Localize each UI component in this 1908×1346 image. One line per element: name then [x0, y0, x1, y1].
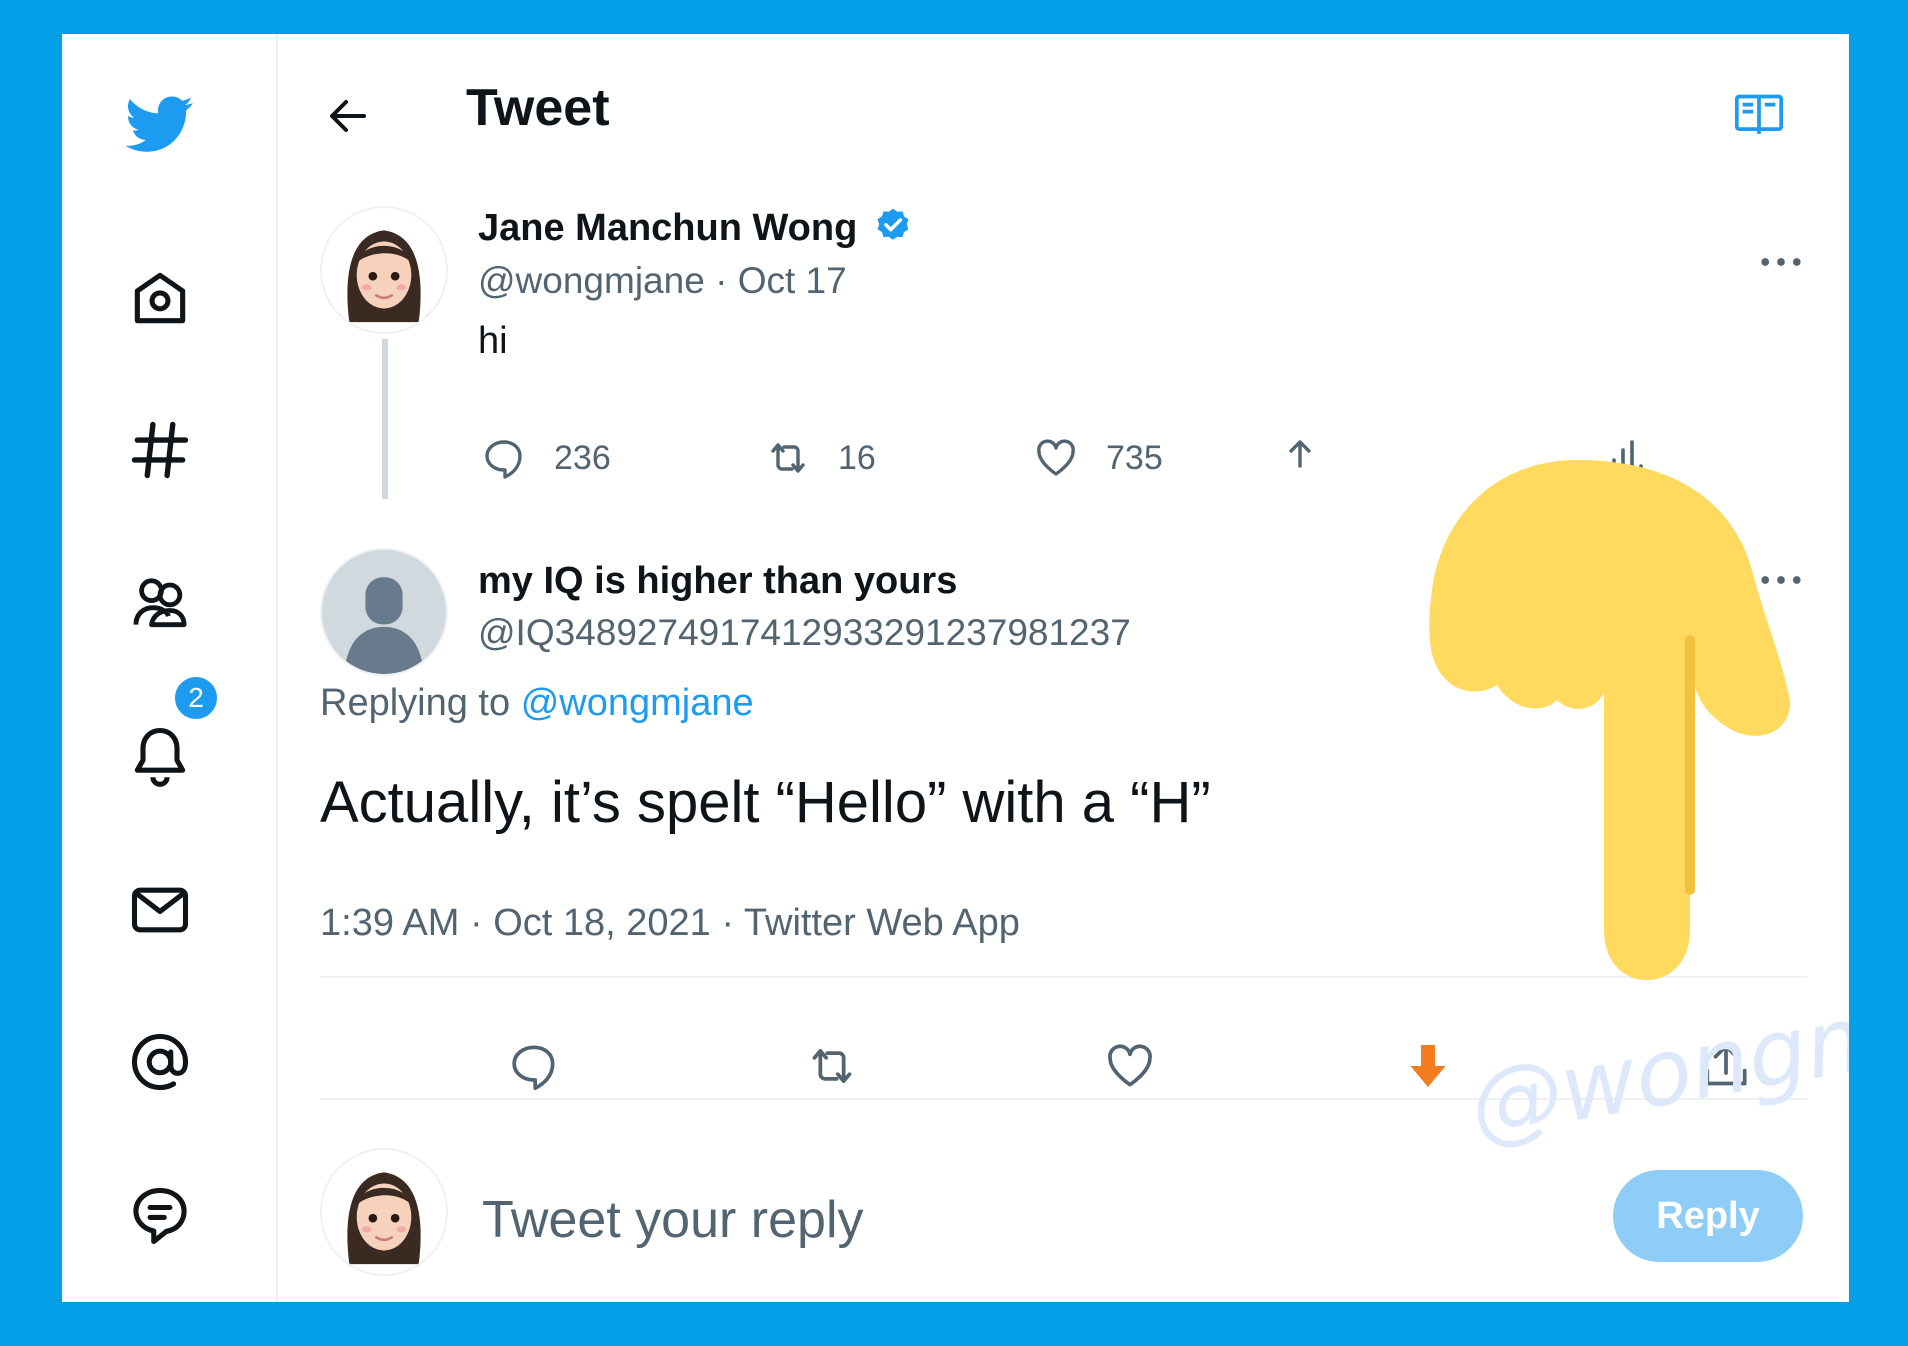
reader-mode-button[interactable] — [1729, 84, 1789, 144]
original-tweet-text: hi — [478, 320, 508, 362]
home-icon[interactable] — [124, 262, 196, 334]
topics-chat-icon[interactable] — [124, 1180, 196, 1252]
heart-icon — [1108, 1044, 1152, 1087]
verified-badge-icon — [877, 208, 909, 240]
tweet-screenshot-card: 2 Tweet Jane Manchun Wong @wongmjane · O… — [62, 34, 1849, 1302]
explore-hashtag-icon[interactable] — [124, 414, 196, 486]
memoji-avatar-icon — [322, 1150, 446, 1274]
original-author-avatar[interactable] — [320, 206, 448, 334]
notification-count-badge: 2 — [172, 674, 220, 722]
replying-to-link[interactable]: @wongmjane — [521, 682, 754, 724]
reply-submit-button[interactable]: Reply — [1613, 1170, 1803, 1262]
tweet-time[interactable]: 1:39 AM — [320, 902, 459, 944]
retweet-icon — [812, 1048, 852, 1084]
original-author-handle-date: @wongmjane · Oct 17 — [478, 260, 847, 301]
like-count-action[interactable]: 735 — [1032, 434, 1163, 482]
reply-bubble-icon — [485, 440, 522, 479]
communities-icon[interactable] — [124, 566, 196, 638]
notifications-bell-icon[interactable] — [124, 720, 196, 792]
tweet-timestamp-line: 1:39 AM · Oct 18, 2021 · Twitter Web App — [320, 902, 1020, 944]
back-button[interactable] — [316, 84, 380, 148]
mentions-at-icon[interactable] — [124, 1026, 196, 1098]
like-count: 735 — [1106, 438, 1163, 477]
replying-to-line: Replying to @wongmjane — [320, 682, 754, 724]
downvote-arrow-icon — [1410, 1045, 1446, 1087]
reply-author-name[interactable]: my IQ is higher than yours — [478, 560, 957, 603]
reply-count: 236 — [554, 438, 611, 477]
retweet-count-action[interactable]: 16 — [764, 434, 876, 482]
composer-avatar[interactable] — [320, 1148, 448, 1276]
tweet-date[interactable]: Oct 18, 2021 — [493, 902, 711, 944]
pointing-hand-emoji-icon — [1429, 460, 1791, 980]
downvote-button-bar[interactable] — [1396, 1034, 1460, 1098]
more-dots-icon — [1761, 258, 1801, 266]
back-arrow-icon — [330, 100, 366, 132]
share-icon — [1289, 440, 1311, 468]
sidebar-nav: 2 — [62, 34, 278, 1302]
memoji-avatar-icon — [322, 208, 446, 332]
like-button-bar[interactable] — [1098, 1034, 1162, 1098]
main-column: Tweet Jane Manchun Wong @wongmjane · Oct… — [276, 34, 1849, 1302]
messages-mail-icon[interactable] — [124, 874, 196, 946]
reply-bubble-icon — [512, 1045, 555, 1091]
more-options-button[interactable] — [1751, 242, 1811, 282]
page-title: Tweet — [466, 79, 610, 137]
reply-count-action[interactable]: 236 — [480, 434, 611, 482]
original-author-name[interactable]: Jane Manchun Wong — [478, 206, 914, 250]
reply-author-handle: @IQ3489274917412933291237981237 — [478, 612, 1131, 653]
reply-tweet-text: Actually, it’s spelt “Hello” with a “H” — [320, 770, 1211, 835]
tweet-source: Twitter Web App — [743, 902, 1020, 944]
tweet-reply-input[interactable]: Tweet your reply — [482, 1190, 864, 1250]
reader-mode-icon — [1734, 94, 1784, 134]
retweet-icon — [771, 443, 805, 473]
reply-button-bar[interactable] — [502, 1034, 566, 1098]
default-profile-icon — [322, 550, 446, 674]
bird-logo-icon[interactable] — [124, 86, 196, 158]
retweet-count: 16 — [838, 438, 876, 477]
thread-connector-line — [382, 339, 388, 499]
share-action[interactable] — [1276, 434, 1350, 482]
reply-author-avatar[interactable] — [320, 548, 448, 676]
heart-icon — [1037, 439, 1075, 476]
retweet-button-bar[interactable] — [800, 1034, 864, 1098]
